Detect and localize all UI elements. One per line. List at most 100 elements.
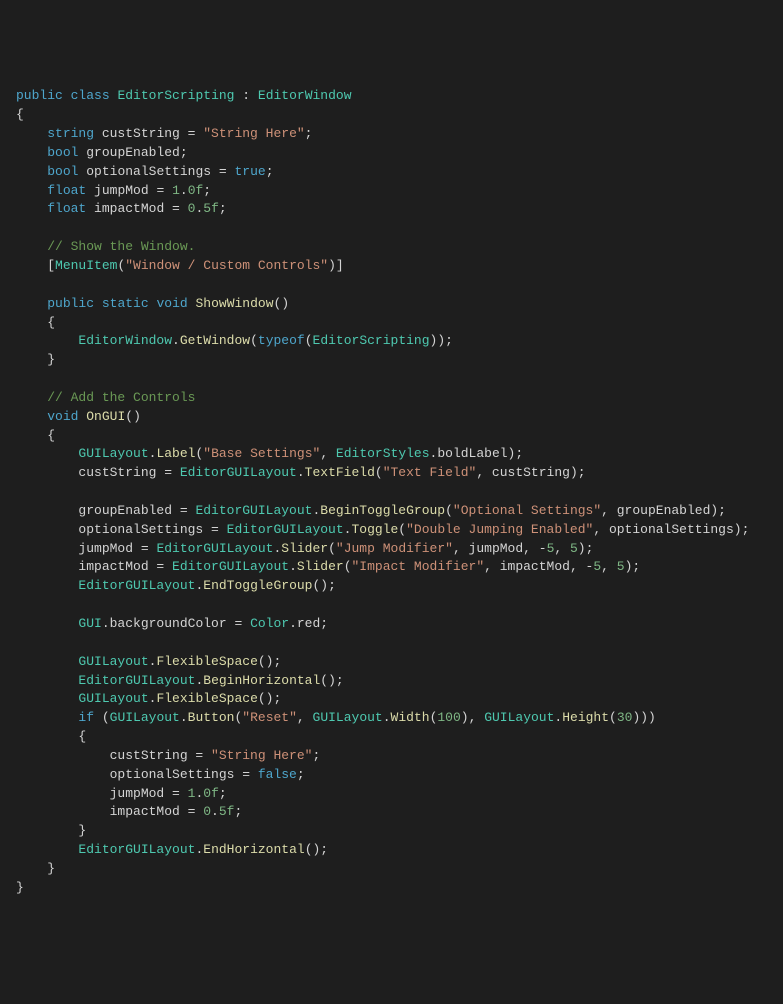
token-method: TextField [305, 465, 375, 480]
token-classname: EditorScripting [117, 88, 234, 103]
code-line: { [16, 314, 767, 333]
token-ident: impactMod = [16, 804, 203, 819]
token-classname: GUILayout [78, 654, 148, 669]
token-punct: (); [258, 654, 281, 669]
token-ident: impactMod = [86, 201, 187, 216]
code-line: jumpMod = EditorGUILayout.Slider("Jump M… [16, 540, 767, 559]
token-punct: ( [398, 522, 406, 537]
token-punct: ); [578, 541, 594, 556]
token-classname: EditorWindow [78, 333, 172, 348]
token-punct: (); [305, 842, 328, 857]
token-punct [16, 446, 78, 461]
token-num: 5f [219, 804, 235, 819]
token-punct: ; [203, 183, 211, 198]
token-ident: .red; [289, 616, 328, 631]
token-punct: ); [625, 559, 641, 574]
token-ident: , groupEnabled); [601, 503, 726, 518]
token-ident: optionalSettings = [16, 522, 227, 537]
token-kw: static [102, 296, 149, 311]
token-classname: EditorScripting [313, 333, 430, 348]
token-punct: ( [250, 333, 258, 348]
token-num: 5 [617, 559, 625, 574]
code-line: GUILayout.FlexibleSpace(); [16, 690, 767, 709]
token-classname: GUILayout [313, 710, 383, 725]
token-str: "Base Settings" [203, 446, 320, 461]
token-classname: EditorGUILayout [180, 465, 297, 480]
code-line [16, 276, 767, 295]
token-method: EndHorizontal [203, 842, 304, 857]
token-method: Slider [297, 559, 344, 574]
token-method: FlexibleSpace [156, 691, 257, 706]
token-ident: groupEnabled = [16, 503, 195, 518]
code-line: EditorGUILayout.BeginHorizontal(); [16, 672, 767, 691]
token-punct: ( [344, 559, 352, 574]
token-kw: typeof [258, 333, 305, 348]
token-punct: ( [609, 710, 617, 725]
token-punct: } [16, 823, 86, 838]
token-comment: // Show the Window. [47, 239, 195, 254]
token-punct: { [16, 315, 55, 330]
token-punct: , [297, 710, 313, 725]
token-punct: : [234, 88, 257, 103]
token-punct [16, 673, 78, 688]
token-punct [16, 333, 78, 348]
token-punct [16, 239, 47, 254]
token-str: "String Here" [211, 748, 312, 763]
code-line: optionalSettings = EditorGUILayout.Toggl… [16, 521, 767, 540]
token-method: OnGUI [86, 409, 125, 424]
token-punct [63, 88, 71, 103]
token-punct [16, 371, 24, 386]
code-line: // Show the Window. [16, 238, 767, 257]
token-punct: . [383, 710, 391, 725]
token-punct: ; [266, 164, 274, 179]
code-line: { [16, 427, 767, 446]
token-punct: } [16, 352, 55, 367]
code-line: EditorGUILayout.EndHorizontal(); [16, 841, 767, 860]
token-ident: , custString); [476, 465, 585, 480]
token-punct: . [172, 333, 180, 348]
token-punct [16, 710, 78, 725]
token-punct: } [16, 880, 24, 895]
token-str: "Reset" [242, 710, 297, 725]
token-punct: () [274, 296, 290, 311]
token-punct: . [195, 786, 203, 801]
token-kw: true [234, 164, 265, 179]
token-punct [16, 409, 47, 424]
token-kw: public [16, 88, 63, 103]
token-ident: optionalSettings = [78, 164, 234, 179]
token-punct: ; [219, 786, 227, 801]
code-line [16, 483, 767, 502]
code-line: } [16, 860, 767, 879]
token-kw: bool [47, 145, 78, 160]
token-classname: EditorWindow [258, 88, 352, 103]
token-kw: if [78, 710, 94, 725]
code-line: GUILayout.Label("Base Settings", EditorS… [16, 445, 767, 464]
token-num: 0f [188, 183, 204, 198]
code-line: GUILayout.FlexibleSpace(); [16, 653, 767, 672]
code-line: } [16, 822, 767, 841]
token-classname: EditorGUILayout [172, 559, 289, 574]
token-kw: float [47, 201, 86, 216]
code-line: float impactMod = 0.5f; [16, 200, 767, 219]
token-classname: GUILayout [78, 691, 148, 706]
token-str: "Window / Custom Controls" [125, 258, 328, 273]
token-kw: void [47, 409, 78, 424]
token-ident: custString = [16, 748, 211, 763]
token-num: 5 [570, 541, 578, 556]
token-classname: EditorGUILayout [78, 673, 195, 688]
token-punct [16, 691, 78, 706]
code-line: // Add the Controls [16, 389, 767, 408]
token-method: Slider [281, 541, 328, 556]
token-ident: jumpMod = [86, 183, 172, 198]
token-classname: EditorGUILayout [156, 541, 273, 556]
token-classname: EditorStyles [336, 446, 430, 461]
token-ident: groupEnabled; [78, 145, 187, 160]
token-ident: , impactMod, - [484, 559, 593, 574]
token-punct [188, 296, 196, 311]
token-kw: void [156, 296, 187, 311]
code-line: custString = EditorGUILayout.TextField("… [16, 464, 767, 483]
token-punct [16, 635, 24, 650]
code-line: [MenuItem("Window / Custom Controls")] [16, 257, 767, 276]
token-punct [16, 390, 47, 405]
token-punct: ; [234, 804, 242, 819]
